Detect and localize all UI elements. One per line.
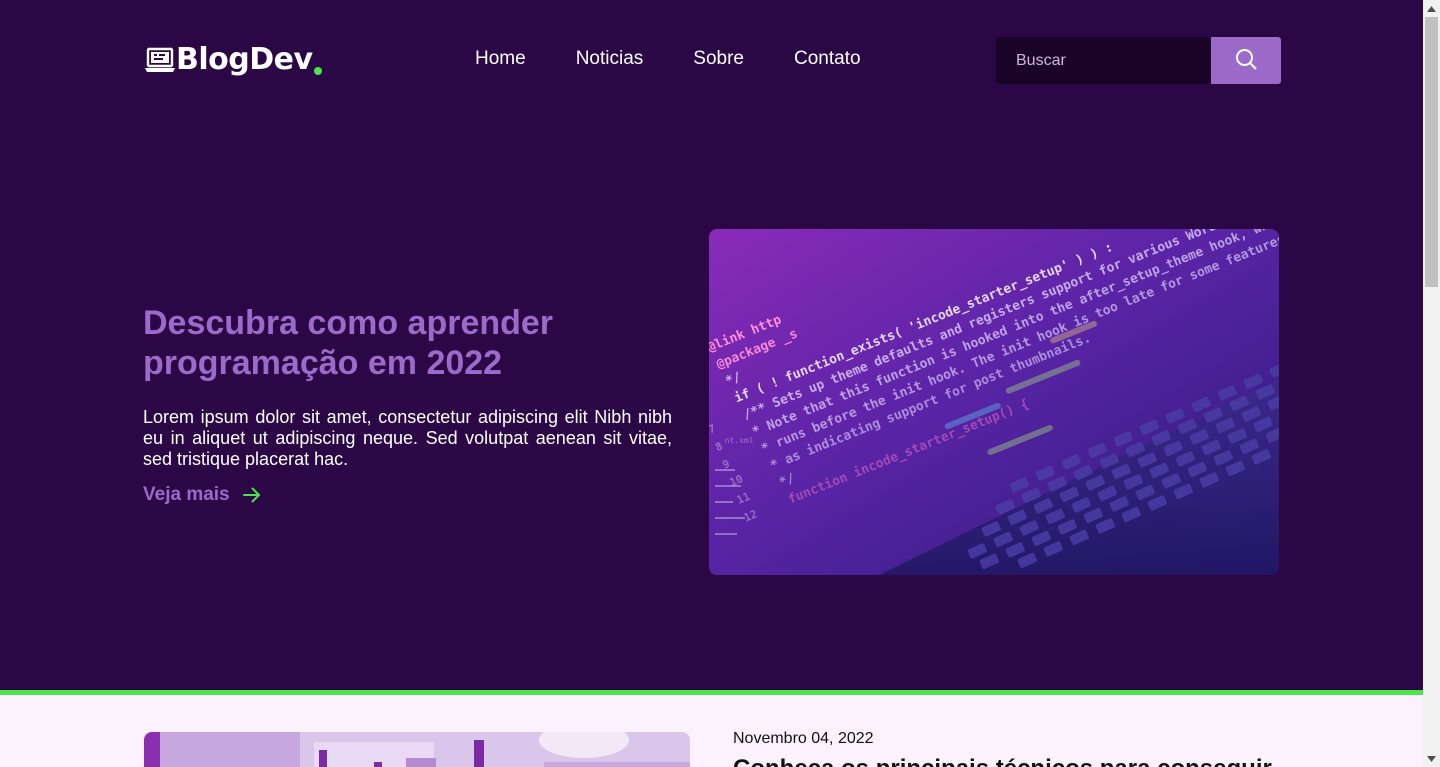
veja-mais-label: Veja mais	[143, 484, 230, 505]
hero-title: Descubra como aprender programação em 20…	[143, 304, 554, 382]
post-title[interactable]: Conheça os principais técnicos para cons…	[733, 755, 1272, 767]
main-nav: Home Noticias Sobre Contato	[475, 48, 911, 70]
post-thumbnail[interactable]	[144, 732, 690, 767]
scroll-up-arrow-icon[interactable]	[1423, 0, 1440, 17]
search-icon	[1234, 47, 1258, 74]
nav-home[interactable]: Home	[475, 48, 526, 70]
svg-text:_ nt.xml: _ nt.xml	[715, 436, 754, 445]
hero-text: Descubra como aprender programação em 20…	[143, 303, 672, 470]
logo-dot	[313, 67, 322, 75]
arrow-right-icon	[242, 485, 262, 505]
nav-contato[interactable]: Contato	[794, 48, 861, 70]
search-button[interactable]	[1211, 37, 1281, 84]
site-header: BlogDev Home Noticias Sobre Contato	[0, 0, 1423, 120]
code-on-laptop-image: @link http3@package _s4*/5if ( ! functio…	[709, 229, 1279, 575]
page: BlogDev Home Noticias Sobre Contato D	[0, 0, 1423, 767]
latest-post-section: Novembro 04, 2022 Conheça os principais …	[0, 695, 1423, 767]
logo-text: BlogDev	[176, 42, 313, 77]
nav-sobre[interactable]: Sobre	[693, 48, 744, 70]
vertical-scrollbar[interactable]	[1423, 0, 1440, 767]
search-input[interactable]	[996, 37, 1211, 84]
scroll-down-arrow-icon[interactable]	[1423, 750, 1440, 767]
post-date: Novembro 04, 2022	[733, 730, 874, 747]
search-box	[996, 37, 1281, 84]
laptop-icon	[145, 46, 175, 74]
veja-mais-link[interactable]: Veja mais	[143, 484, 262, 506]
office-image	[144, 732, 690, 767]
scrollbar-thumb[interactable]	[1425, 17, 1438, 287]
hero-description: Lorem ipsum dolor sit amet, consectetur …	[143, 407, 672, 469]
logo[interactable]: BlogDev	[145, 42, 322, 78]
nav-noticias[interactable]: Noticias	[576, 48, 644, 70]
hero-image: @link http3@package _s4*/5if ( ! functio…	[709, 229, 1279, 575]
